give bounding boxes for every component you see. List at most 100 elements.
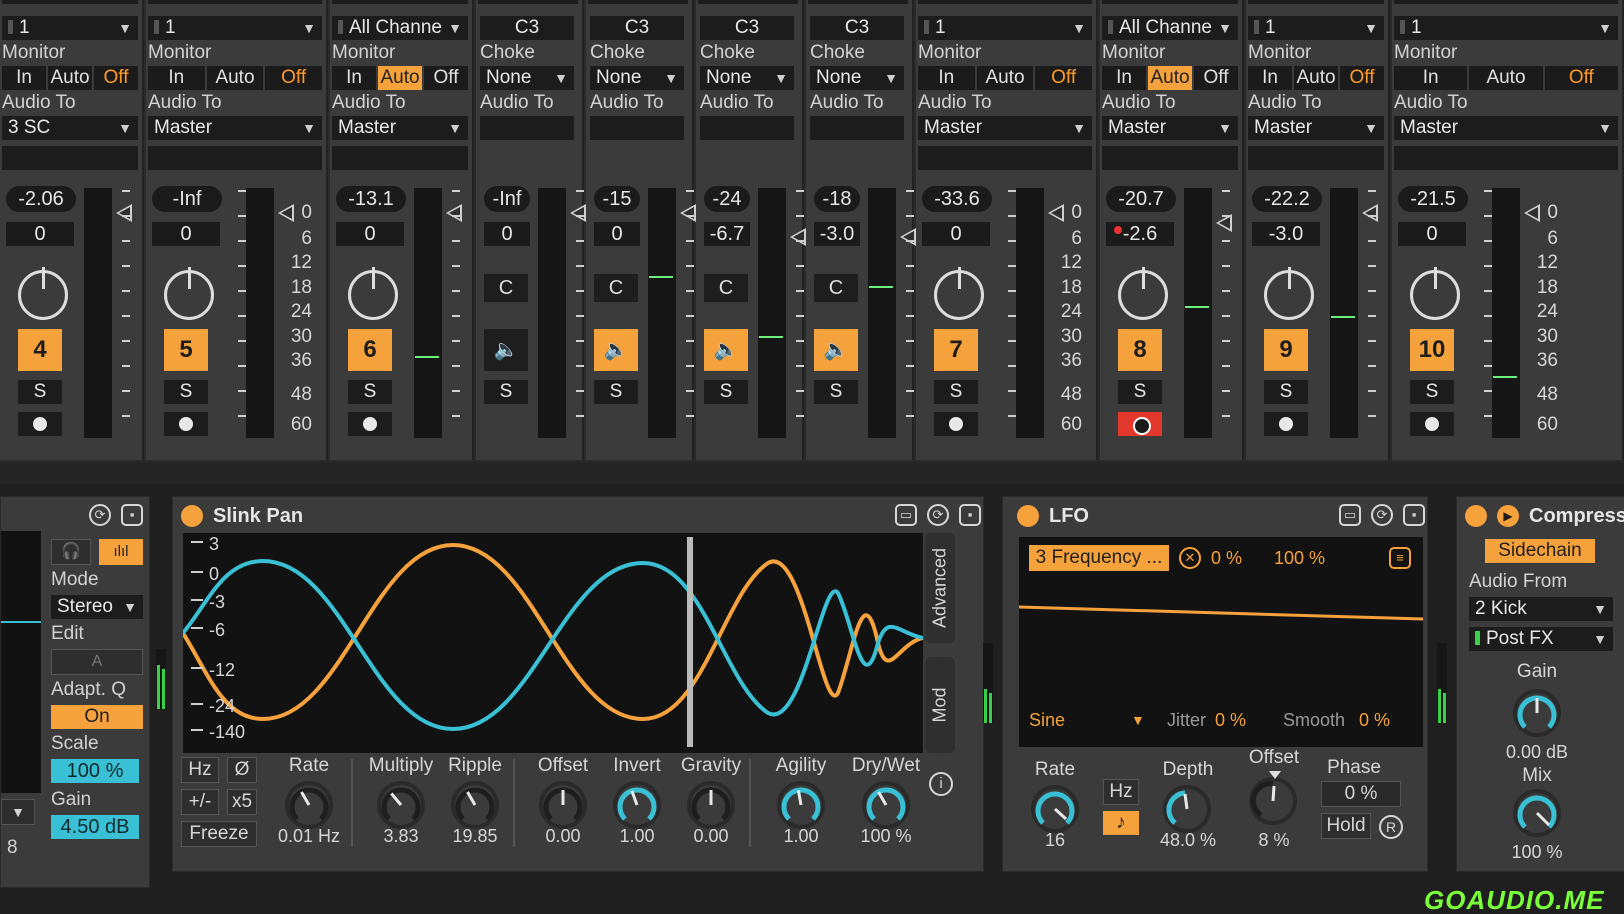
choke-dropdown[interactable]: None ▼ [480, 66, 574, 90]
audio-to-box[interactable] [480, 116, 574, 140]
audio-to-dropdown[interactable]: Master ▼ [332, 116, 468, 140]
sidechain-button[interactable]: Sidechain [1485, 539, 1595, 563]
monitor-auto-button[interactable]: Auto [1294, 66, 1338, 90]
volume-display[interactable]: -18 [814, 186, 860, 212]
rate-knob[interactable] [1031, 785, 1079, 833]
band-dropdown[interactable]: ▼ [1, 799, 35, 825]
audio-to-dropdown[interactable]: 3 SC ▼ [2, 116, 138, 140]
arm-button[interactable] [1410, 412, 1454, 436]
solo-button[interactable]: S [484, 380, 528, 404]
pan-display[interactable]: 0 [336, 222, 404, 246]
smooth-value[interactable]: 0 % [1359, 709, 1390, 731]
pan-display[interactable]: -6.7 [704, 222, 750, 246]
expand-icon[interactable]: ▭ [1339, 504, 1361, 526]
note-selector[interactable]: C3 [480, 16, 574, 40]
monitor-in-button[interactable]: In [148, 66, 205, 90]
audio-to-dropdown[interactable]: Master ▼ [1394, 116, 1618, 140]
audio-to-box[interactable] [700, 116, 794, 140]
adapt-q-toggle[interactable]: On [51, 705, 143, 729]
clip-button[interactable]: C [814, 274, 858, 302]
phase-value[interactable]: 0 % [1321, 781, 1401, 807]
depth-knob[interactable] [1163, 785, 1211, 833]
param-knob[interactable] [285, 781, 333, 829]
volume-display[interactable]: -24 [704, 186, 750, 212]
audio-to-dropdown[interactable]: Master ▼ [1102, 116, 1238, 140]
save-icon[interactable]: ▪ [1403, 504, 1425, 526]
top-selector[interactable] [478, 0, 578, 4]
monitor-off-button[interactable]: Off [1035, 66, 1092, 90]
gain-knob[interactable] [1513, 689, 1561, 737]
solo-button[interactable]: S [934, 380, 978, 404]
sync-note-button[interactable]: ♪ [1103, 811, 1139, 835]
arm-button[interactable] [934, 412, 978, 436]
track-activator-button[interactable]: 10 [1410, 329, 1454, 371]
volume-display[interactable]: -20.7 [1106, 186, 1176, 212]
track-activator-button[interactable]: 6 [348, 329, 392, 371]
track-activator-button[interactable]: 7 [934, 329, 978, 371]
mode-dropdown[interactable]: Stereo ▼ [51, 595, 143, 619]
x5-button[interactable]: x5 [227, 789, 257, 815]
input-channel-dropdown[interactable]: 1 ▼ [918, 16, 1092, 40]
headphone-button[interactable]: 🎧 [51, 539, 91, 565]
top-selector[interactable] [1102, 0, 1238, 4]
edit-button[interactable]: A [51, 649, 143, 675]
volume-display[interactable]: -33.6 [922, 186, 992, 212]
top-selector[interactable] [698, 0, 798, 4]
arm-button[interactable] [348, 412, 392, 436]
top-selector[interactable] [588, 0, 688, 4]
monitor-off-button[interactable]: Off [1340, 66, 1384, 90]
output-channel-box[interactable] [2, 146, 138, 170]
pan-display[interactable]: 0 [1398, 222, 1466, 246]
pan-knob[interactable] [1410, 267, 1460, 320]
pan-knob[interactable] [934, 267, 984, 320]
monitor-in-button[interactable]: In [332, 66, 376, 90]
retrigger-button[interactable]: R [1379, 815, 1403, 839]
volume-display[interactable]: -21.5 [1398, 186, 1468, 212]
monitor-off-button[interactable]: Off [1194, 66, 1238, 90]
track-activator-button[interactable]: 9 [1264, 329, 1308, 371]
volume-display[interactable]: -Inf [152, 186, 222, 212]
track-activator-button[interactable]: 4 [18, 329, 62, 371]
pan-knob[interactable] [164, 267, 214, 320]
note-selector[interactable]: C3 [700, 16, 794, 40]
monitor-off-button[interactable]: Off [94, 66, 138, 90]
arm-button[interactable] [1264, 412, 1308, 436]
tab-advanced[interactable]: Advanced [925, 533, 955, 643]
volume-display[interactable]: -Inf [484, 186, 530, 212]
spectrum-button[interactable]: ılıl [99, 539, 143, 565]
solo-button[interactable]: S [814, 380, 858, 404]
top-selector[interactable] [1394, 0, 1618, 4]
audio-to-dropdown[interactable]: Master ▼ [148, 116, 322, 140]
note-selector[interactable]: C3 [590, 16, 684, 40]
save-icon[interactable]: ▪ [121, 504, 143, 526]
refresh-icon[interactable]: ⟳ [89, 504, 111, 526]
top-selector[interactable] [918, 0, 1092, 4]
output-channel-box[interactable] [1248, 146, 1384, 170]
solo-button[interactable]: S [18, 380, 62, 404]
top-selector[interactable] [148, 0, 322, 4]
pan-display[interactable]: 0 [594, 222, 640, 246]
tab-mod[interactable]: Mod [925, 657, 955, 753]
monitor-off-button[interactable]: Off [265, 66, 322, 90]
monitor-in-button[interactable]: In [918, 66, 975, 90]
param-knob[interactable] [687, 781, 735, 829]
top-selector[interactable] [1248, 0, 1384, 4]
gain-value[interactable]: 4.50 dB [51, 815, 139, 839]
solo-button[interactable]: S [164, 380, 208, 404]
track-activator-button[interactable]: 8 [1118, 329, 1162, 371]
output-channel-box[interactable] [148, 146, 322, 170]
pan-knob[interactable] [348, 267, 398, 320]
pan-display[interactable]: -3.0 [814, 222, 860, 246]
param-knob[interactable] [451, 781, 499, 829]
monitor-auto-button[interactable]: Auto [1148, 66, 1192, 90]
pan-knob[interactable] [18, 267, 68, 320]
clip-button[interactable]: C [484, 274, 528, 302]
solo-button[interactable]: S [1410, 380, 1454, 404]
clip-button[interactable]: C [704, 274, 748, 302]
play-icon[interactable]: ▶ [1497, 505, 1519, 527]
save-icon[interactable]: ▪ [959, 504, 981, 526]
clip-button[interactable]: C [594, 274, 638, 302]
pan-display[interactable]: 0 [6, 222, 74, 246]
param-knob[interactable] [613, 781, 661, 829]
monitor-auto-button[interactable]: Auto [48, 66, 92, 90]
